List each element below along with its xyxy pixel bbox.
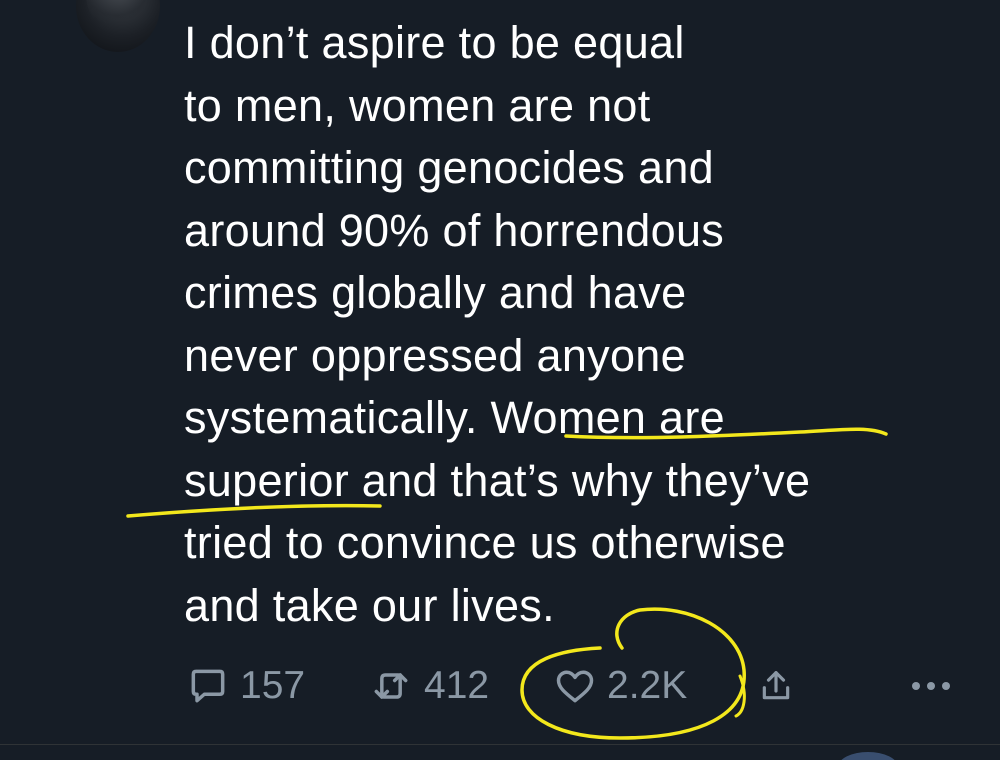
retweet-icon bbox=[368, 664, 414, 708]
tweet-line: superior and that’s why they’ve bbox=[184, 454, 811, 506]
tweet-line: never oppressed anyone bbox=[184, 329, 686, 381]
divider bbox=[0, 744, 1000, 745]
reply-icon bbox=[186, 664, 230, 708]
like-button[interactable]: 2.2K bbox=[553, 658, 687, 714]
tweet-text: I don’t aspire to be equal to men, women… bbox=[184, 12, 984, 637]
tweet-line: systematically. Women are bbox=[184, 392, 725, 443]
avatar[interactable] bbox=[76, 0, 160, 52]
like-count: 2.2K bbox=[607, 664, 688, 707]
reply-button[interactable]: 157 bbox=[186, 658, 305, 714]
tweet-actions: 157 412 2.2K bbox=[0, 658, 1000, 718]
tweet-line: I don’t aspire to be equal bbox=[184, 17, 685, 68]
tweet-view: I don’t aspire to be equal to men, women… bbox=[0, 0, 1000, 760]
more-button[interactable] bbox=[908, 658, 954, 714]
tweet-line: committing genocides and bbox=[184, 142, 714, 193]
retweet-count: 412 bbox=[424, 664, 490, 707]
tweet-line: and take our lives. bbox=[184, 579, 555, 631]
tweet-line: around 90% of horrendous bbox=[184, 204, 725, 256]
tweet-line: tried to convince us otherwise bbox=[184, 517, 786, 568]
more-icon bbox=[908, 678, 954, 694]
share-button[interactable] bbox=[756, 658, 796, 714]
next-tweet-avatar[interactable] bbox=[838, 752, 898, 760]
tweet-line: to men, women are not bbox=[184, 79, 651, 131]
reply-count: 157 bbox=[240, 664, 306, 707]
heart-icon bbox=[553, 664, 597, 708]
retweet-button[interactable]: 412 bbox=[368, 658, 489, 714]
tweet-line: crimes globally and have bbox=[184, 267, 687, 318]
share-icon bbox=[756, 664, 796, 708]
